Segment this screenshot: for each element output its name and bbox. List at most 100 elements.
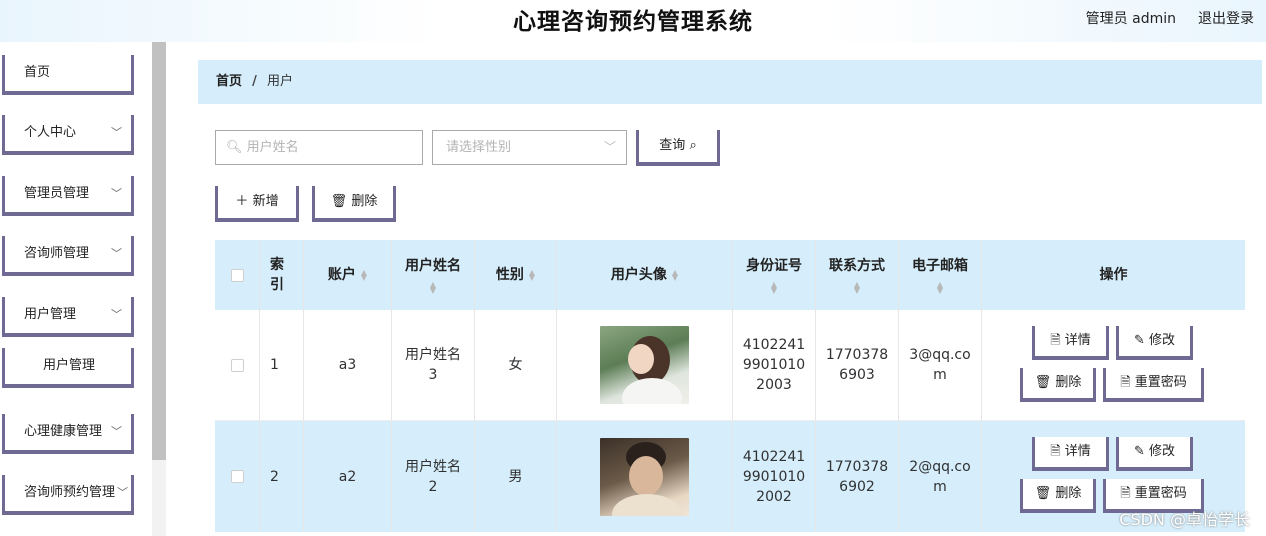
trash-icon: 🗑︎	[1034, 486, 1052, 501]
cell-id-card: 4102241 9901010 2003	[733, 310, 816, 420]
header-user-name-label: 用户姓名	[405, 258, 461, 274]
sidebar-item-personal-center[interactable]: 个人中心 ﹀	[2, 115, 134, 155]
sort-icon[interactable]: ▲ ▼	[361, 269, 367, 282]
cell-index: 2	[260, 421, 304, 532]
cell-index: 1	[260, 310, 304, 420]
row-checkbox[interactable]	[230, 358, 244, 372]
cell-user-name-text: 用户姓名 3	[405, 347, 461, 383]
delete-button-label: 删除	[351, 194, 378, 209]
document-icon: 🗎︎	[1050, 333, 1061, 348]
cell-gender: 女	[475, 310, 557, 420]
header-account[interactable]: 账户 ▲ ▼	[304, 240, 392, 310]
sidebar-subitem-user-management[interactable]: 用户管理	[2, 348, 134, 388]
sort-icon[interactable]: ▲ ▼	[854, 281, 860, 295]
user-table: 索 引 账户 ▲ ▼ 用户姓名 ▲ ▼ 性别 ▲ ▼ 用户头像 ▲ ▼ 身份证号 ▲ ▼ 联系方式 ▲…	[215, 240, 1245, 536]
add-button[interactable]: ＋ 新增	[215, 186, 299, 222]
watermark: CSDN @卓怡学长	[1119, 510, 1250, 529]
sidebar-item-home[interactable]: 首页	[2, 55, 134, 95]
delete-button-label: 删除	[1055, 375, 1082, 390]
header-actions: 操作	[982, 240, 1245, 310]
cell-id-card-text: 4102241 9901010 2002	[742, 448, 806, 505]
sidebar-item-mental-health-management[interactable]: 心理健康管理 ﹀	[2, 414, 134, 454]
sort-icon[interactable]: ▲ ▼	[771, 281, 777, 295]
plus-icon: ＋	[235, 194, 249, 209]
sort-icon[interactable]: ▲ ▼	[529, 269, 535, 282]
detail-button[interactable]: 🗎︎ 详情	[1032, 437, 1109, 471]
detail-button-label: 详情	[1064, 444, 1091, 459]
trash-icon: 🗑︎	[1034, 375, 1052, 390]
edit-button[interactable]: ✎ 修改	[1116, 326, 1193, 360]
header-gender[interactable]: 性别 ▲ ▼	[475, 240, 557, 310]
delete-button[interactable]: 🗑︎ 删除	[1020, 479, 1096, 513]
chevron-down-icon: ﹀	[111, 308, 122, 321]
header-id-card-label: 身份证号	[746, 258, 802, 274]
batch-delete-button[interactable]: 🗑︎ 删除	[312, 186, 396, 222]
header-gender-label: 性别	[495, 267, 524, 283]
header-index-label: 索 引	[270, 257, 284, 293]
sidebar-item-user-management[interactable]: 用户管理 ﹀	[2, 297, 134, 337]
header-avatar[interactable]: 用户头像 ▲ ▼	[557, 240, 733, 310]
query-button[interactable]: 查询 ⌕	[636, 130, 720, 166]
edit-button[interactable]: ✎ 修改	[1116, 437, 1193, 471]
logout-link[interactable]: 退出登录	[1198, 8, 1254, 28]
sidebar-item-admin-management[interactable]: 管理员管理 ﹀	[2, 176, 134, 216]
table-header-row: 索 引 账户 ▲ ▼ 用户姓名 ▲ ▼ 性别 ▲ ▼ 用户头像 ▲ ▼ 身份证号 ▲ ▼ 联系方式 ▲…	[215, 240, 1245, 310]
cell-phone: 1770378 6903	[816, 310, 899, 420]
sidebar-item-label: 咨询师管理	[24, 246, 90, 261]
reset-password-button[interactable]: 🗎︎ 重置密码	[1103, 368, 1204, 402]
pencil-icon: ✎	[1133, 444, 1145, 459]
user-name-search-input[interactable]: 🔍︎ 用户姓名	[215, 130, 423, 165]
cell-user-name: 用户姓名 3	[392, 310, 475, 420]
sidebar-item-label: 首页	[24, 65, 51, 80]
document-icon: 🗎︎	[1120, 375, 1131, 390]
reset-password-button-label: 重置密码	[1134, 486, 1187, 501]
header-phone-label: 联系方式	[829, 258, 885, 274]
user-avatar-image[interactable]	[600, 437, 689, 516]
chevron-down-icon: ﹀	[111, 247, 122, 260]
cell-email: 3@qq.co m	[899, 310, 982, 420]
reset-password-button-label: 重置密码	[1134, 375, 1187, 390]
row-checkbox-cell	[215, 421, 260, 532]
pencil-icon: ✎	[1133, 333, 1145, 348]
search-input-placeholder: 用户姓名	[246, 140, 299, 155]
current-user: 管理员 admin	[1085, 11, 1176, 27]
app-title: 心理咨询预约管理系统	[513, 9, 753, 35]
table-row: 1 a3 用户姓名 3 女 4102241 9901010 2003 17703…	[215, 310, 1245, 421]
header-email[interactable]: 电子邮箱 ▲ ▼	[899, 240, 982, 310]
search-icon: 🔍︎	[226, 140, 243, 155]
breadcrumb: 首页 / 用户	[198, 60, 1262, 104]
chevron-down-icon: ﹀	[111, 187, 122, 200]
sidebar-item-counselor-management[interactable]: 咨询师管理 ﹀	[2, 236, 134, 276]
search-icon: ⌕	[689, 138, 697, 153]
cell-user-name: 用户姓名 2	[392, 421, 475, 532]
user-avatar-image[interactable]	[600, 326, 689, 404]
cell-avatar	[557, 421, 733, 532]
sort-icon[interactable]: ▲ ▼	[937, 281, 943, 295]
scrollbar-thumb[interactable]	[152, 42, 166, 460]
header-phone[interactable]: 联系方式 ▲ ▼	[816, 240, 899, 310]
header-id-card[interactable]: 身份证号 ▲ ▼	[733, 240, 816, 310]
sidebar-scrollbar[interactable]	[152, 42, 166, 536]
breadcrumb-home[interactable]: 首页	[216, 74, 242, 89]
document-icon: 🗎︎	[1120, 486, 1131, 501]
cell-avatar	[557, 310, 733, 420]
detail-button[interactable]: 🗎︎ 详情	[1032, 326, 1109, 360]
sort-icon[interactable]: ▲ ▼	[672, 269, 678, 282]
sidebar-item-appointment-management[interactable]: 咨询师预约管理 ﹀	[2, 475, 134, 515]
delete-button[interactable]: 🗑︎ 删除	[1020, 368, 1096, 402]
cell-id-card: 4102241 9901010 2002	[733, 421, 816, 532]
sidebar: 首页 个人中心 ﹀ 管理员管理 ﹀ 咨询师管理 ﹀ 用户管理 ﹀ 用户管理 心理…	[0, 42, 152, 536]
edit-button-label: 修改	[1149, 333, 1176, 348]
select-all-checkbox[interactable]	[230, 268, 244, 282]
sort-icon[interactable]: ▲ ▼	[430, 281, 436, 295]
header-user-name[interactable]: 用户姓名 ▲ ▼	[392, 240, 475, 310]
cell-phone: 1770378 6902	[816, 421, 899, 532]
row-checkbox-cell	[215, 310, 260, 420]
cell-phone-text: 1770378 6903	[825, 347, 889, 383]
chevron-down-icon: ﹀	[111, 425, 122, 438]
row-checkbox[interactable]	[230, 470, 244, 483]
row-actions: 🗎︎ 详情 ✎ 修改 🗑︎ 删除 🗎︎ 重置密码	[982, 310, 1245, 420]
add-button-label: 新增	[252, 194, 279, 209]
gender-select[interactable]: 请选择性别 ﹀	[432, 130, 627, 165]
sidebar-item-label: 用户管理	[43, 358, 96, 373]
